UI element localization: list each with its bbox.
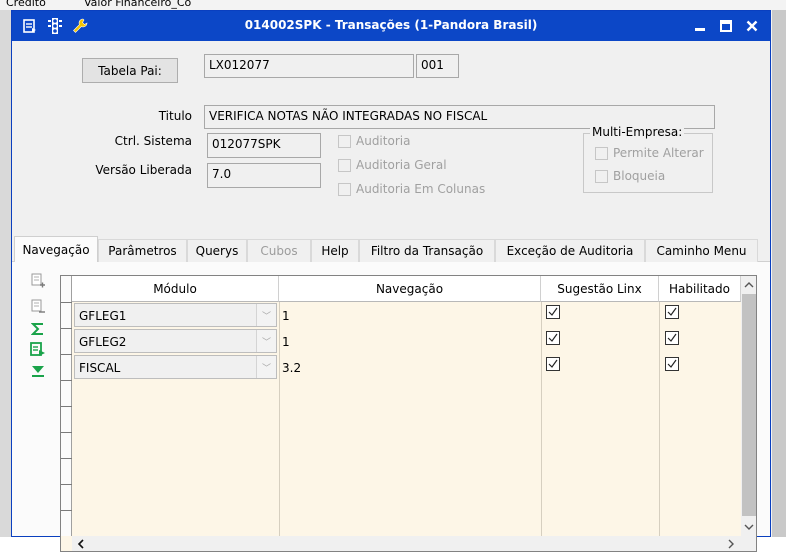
auditoria-checkbox[interactable]: Auditoria (338, 134, 410, 148)
permite-alterar-checkbox[interactable]: Permite Alterar (595, 146, 704, 160)
window-body: Tabela Pai: LX012077 001 Titulo VERIFICA… (12, 41, 770, 552)
scroll-up-icon[interactable] (741, 277, 756, 293)
tab-cubos[interactable]: Cubos (247, 239, 311, 262)
auditoria-label: Auditoria (356, 134, 411, 148)
auditoria-colunas-checkbox[interactable]: Auditoria Em Colunas (338, 182, 485, 196)
auditoria-geral-box[interactable] (338, 158, 351, 172)
auditoria-geral-checkbox[interactable]: Auditoria Geral (338, 158, 447, 172)
table-row-1-modulo-select[interactable]: GFLEG1 ﹀ (74, 303, 277, 327)
bloqueia-checkbox[interactable]: Bloqueia (595, 169, 665, 183)
versao-liberada-label: Versão Liberada (95, 163, 192, 177)
tab-querys[interactable]: Querys (187, 239, 247, 262)
window-title: 014002SPK - Transações (1-Pandora Brasil… (244, 18, 538, 32)
chevron-down-icon[interactable]: ﹀ (256, 304, 276, 326)
vertical-scroll-thumb[interactable] (742, 294, 756, 516)
sum-icon[interactable] (29, 320, 47, 338)
row-1-habilitado-checkbox[interactable] (665, 305, 679, 319)
navigation-grid[interactable]: Módulo Navegação Sugestão Linx Habilitad… (60, 275, 757, 552)
tab-strip: Navegação Parâmetros Querys Cubos Help F… (12, 236, 770, 263)
row-2-sugestao-checkbox[interactable] (546, 331, 560, 345)
scroll-right-icon[interactable] (723, 536, 739, 551)
tabela-pai-field[interactable]: LX012077 (204, 54, 414, 78)
navegacao-panel: Módulo Navegação Sugestão Linx Habilitad… (12, 262, 770, 552)
permite-alterar-box[interactable] (595, 146, 608, 160)
chevron-down-icon[interactable]: ﹀ (256, 330, 276, 352)
row-3-habilitado-checkbox[interactable] (665, 357, 679, 371)
scroll-down-icon[interactable] (741, 519, 756, 535)
bg-left-edge (0, 10, 11, 537)
tabela-pai-seq-field[interactable]: 001 (416, 54, 459, 78)
vertical-scrollbar[interactable] (741, 276, 756, 536)
remove-row-icon[interactable] (29, 298, 47, 316)
column-header-navegacao[interactable]: Navegação (279, 276, 541, 302)
table-row-3-modulo-select[interactable]: FISCAL ﹀ (74, 355, 277, 379)
row-3-sugestao-checkbox[interactable] (546, 357, 560, 371)
ctrl-sistema-field[interactable]: 012077SPK (207, 133, 321, 158)
multi-empresa-group: Multi-Empresa: Permite Alterar Bloqueia (583, 125, 713, 193)
filter-icon[interactable] (29, 362, 47, 380)
bloqueia-label: Bloqueia (613, 169, 666, 183)
permite-alterar-label: Permite Alterar (613, 146, 704, 160)
ctrl-sistema-label: Ctrl. Sistema (114, 134, 192, 148)
row-1-sugestao-checkbox[interactable] (546, 305, 560, 319)
row-2-navegacao[interactable]: 1 (282, 329, 290, 355)
chevron-down-icon[interactable]: ﹀ (256, 356, 276, 378)
row-1-modulo: GFLEG1 (79, 309, 127, 323)
bg-header-credito: Crédito (6, 0, 46, 9)
row-2-modulo: GFLEG2 (79, 335, 127, 349)
tab-navegacao[interactable]: Navegação (14, 236, 98, 263)
maximize-button[interactable] (716, 17, 736, 35)
scrollbar-corner (741, 536, 756, 551)
row-3-modulo: FISCAL (79, 361, 121, 375)
auditoria-box[interactable] (338, 134, 351, 148)
row-3-navegacao[interactable]: 3.2 (282, 355, 301, 381)
column-header-sugestao-linx[interactable]: Sugestão Linx (541, 276, 659, 302)
add-row-icon[interactable] (29, 272, 47, 290)
versao-liberada-field[interactable]: 7.0 (207, 163, 321, 188)
auditoria-colunas-label: Auditoria Em Colunas (356, 182, 486, 196)
tab-caminho-menu[interactable]: Caminho Menu (645, 239, 758, 262)
bg-right-edge (772, 10, 786, 537)
multi-empresa-title: Multi-Empresa: (590, 125, 685, 139)
close-button[interactable] (742, 17, 762, 35)
table-row-2-modulo-select[interactable]: GFLEG2 ﹀ (74, 329, 277, 353)
titulo-label: Titulo (158, 109, 192, 123)
row-indicator-column (61, 276, 72, 536)
column-header-habilitado[interactable]: Habilitado (659, 276, 741, 302)
row-2-habilitado-checkbox[interactable] (665, 331, 679, 345)
row-1-navegacao[interactable]: 1 (282, 303, 290, 329)
column-header-modulo[interactable]: Módulo (72, 276, 279, 302)
horizontal-scrollbar[interactable] (72, 536, 741, 551)
tab-excecao-auditoria[interactable]: Exceção de Auditoria (495, 239, 645, 262)
auditoria-geral-label: Auditoria Geral (356, 158, 447, 172)
tabela-pai-button[interactable]: Tabela Pai: (82, 58, 178, 83)
transactions-window: 014002SPK - Transações (1-Pandora Brasil… (11, 10, 771, 552)
tab-help[interactable]: Help (311, 239, 359, 262)
export-icon[interactable] (29, 341, 47, 359)
bg-header-valor: Valor Financeiro_Co (84, 0, 192, 9)
scroll-left-icon[interactable] (73, 536, 89, 551)
minimize-button[interactable] (690, 17, 710, 35)
auditoria-colunas-box[interactable] (338, 182, 351, 196)
bloqueia-box[interactable] (595, 169, 608, 183)
tab-parametros[interactable]: Parâmetros (98, 239, 187, 262)
tab-filtro-transacao[interactable]: Filtro da Transação (359, 239, 495, 262)
title-bar[interactable]: 014002SPK - Transações (1-Pandora Brasil… (12, 11, 770, 41)
